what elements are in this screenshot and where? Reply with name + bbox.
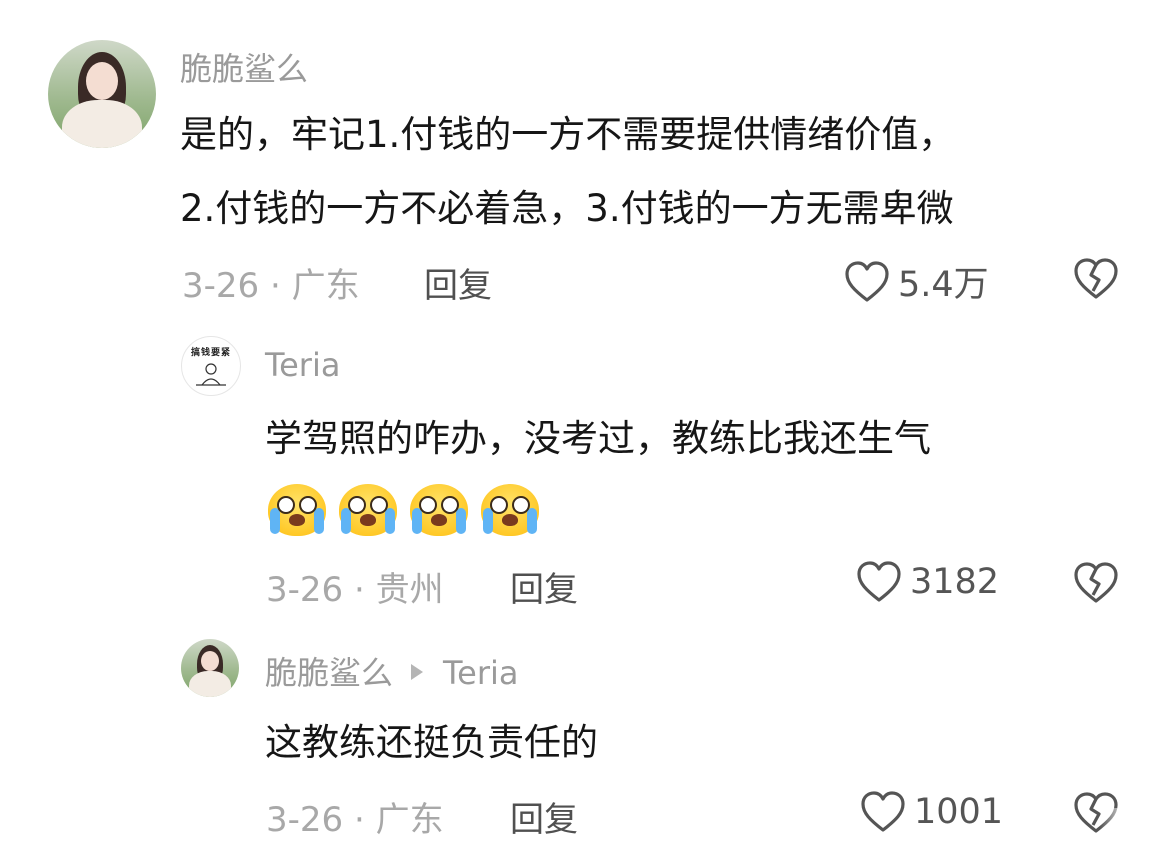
avatar[interactable]: 搞钱要紧: [181, 336, 241, 396]
comment-date-location: 3-26 · 广东: [182, 266, 360, 306]
like-count: 3182: [910, 562, 1000, 602]
reply-target[interactable]: Teria: [443, 654, 518, 692]
reply-author[interactable]: 脆脆鲨么: [265, 654, 393, 692]
reply-button[interactable]: 回复: [510, 792, 578, 841]
crying-face-icon: [410, 484, 469, 536]
crying-face-icon: [339, 484, 398, 536]
watermark-overlay: [1100, 808, 1170, 851]
username: 脆脆鲨么 Teria: [265, 648, 518, 694]
emoji-row: [268, 484, 547, 540]
heart-icon: [857, 561, 901, 602]
comment-date-location: 3-26 · 贵州: [266, 570, 444, 610]
crying-face-icon: [481, 484, 540, 536]
like-count: 1001: [914, 792, 1004, 832]
like-button[interactable]: 5.4万: [844, 256, 989, 307]
comment-text-line: 是的，牢记1.付钱的一方不需要提供情绪价值，: [180, 113, 956, 156]
avatar[interactable]: [48, 40, 156, 148]
like-button[interactable]: 3182: [856, 560, 999, 604]
reply-arrow-icon: [411, 664, 424, 680]
username[interactable]: Teria: [265, 346, 340, 384]
broken-heart-icon[interactable]: [1072, 561, 1120, 605]
crying-face-icon: [268, 484, 326, 536]
comment-date-location: 3-26 · 广东: [266, 800, 444, 840]
heart-icon: [845, 260, 889, 302]
reply-button[interactable]: 回复: [510, 562, 578, 611]
comment-text-line: 学驾照的咋办，没考过，教练比我还生气: [265, 417, 931, 460]
avatar[interactable]: [181, 639, 239, 697]
like-button[interactable]: 1001: [860, 790, 1003, 834]
comment-thread: 脆脆鲨么 是的，牢记1.付钱的一方不需要提供情绪价值， 2.付钱的一方不必着急，…: [0, 0, 1170, 851]
avatar-figure-icon: [196, 363, 226, 386]
comment-text-line: 这教练还挺负责任的: [265, 721, 598, 764]
username[interactable]: 脆脆鲨么: [180, 44, 308, 90]
broken-heart-icon[interactable]: [1072, 257, 1120, 301]
like-count: 5.4万: [898, 265, 989, 305]
comment-text-line: 2.付钱的一方不必着急，3.付钱的一方无需卑微: [180, 187, 954, 230]
reply-button[interactable]: 回复: [424, 258, 492, 307]
heart-icon: [861, 791, 905, 832]
